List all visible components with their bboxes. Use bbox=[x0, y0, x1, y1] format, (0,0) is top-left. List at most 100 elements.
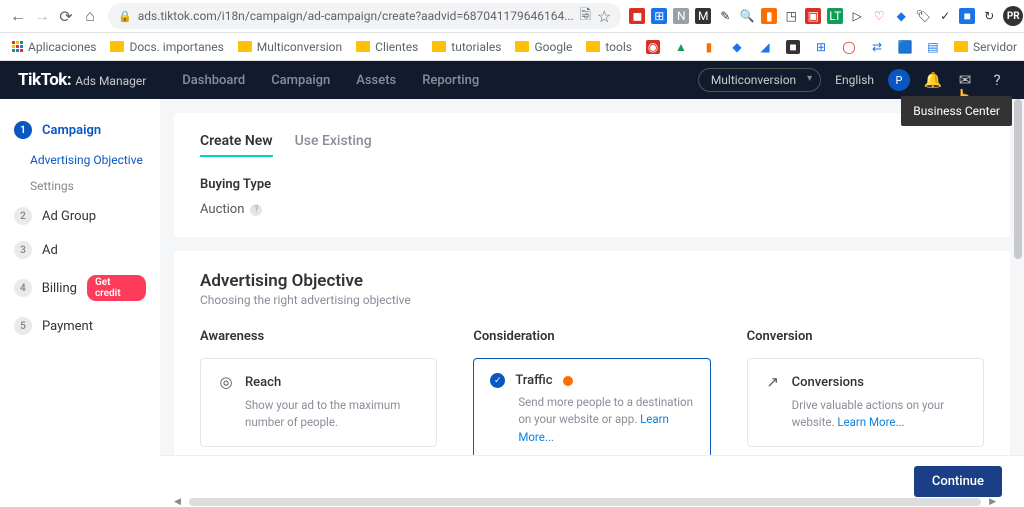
apps-button[interactable]: Aplicaciones bbox=[12, 40, 96, 54]
ext-icon[interactable]: ◳ bbox=[783, 8, 799, 24]
learn-more-link[interactable]: Learn More... bbox=[837, 415, 904, 429]
sidebar-item-billing[interactable]: 4 Billing Get credit bbox=[0, 267, 160, 309]
ext-icon[interactable]: ▮ bbox=[761, 8, 777, 24]
sidebar-item-ad[interactable]: 3 Ad bbox=[0, 233, 160, 267]
info-icon[interactable]: ? bbox=[250, 204, 262, 216]
reach-title: Reach bbox=[245, 375, 281, 390]
step-label: Billing bbox=[42, 281, 77, 296]
back-icon[interactable]: ← bbox=[8, 6, 28, 26]
ext-icon[interactable]: ▣ bbox=[805, 8, 821, 24]
objective-conversions[interactable]: ↗ Conversions Drive valuable actions on … bbox=[747, 358, 984, 447]
step-number: 1 bbox=[14, 121, 32, 139]
step-label: Ad bbox=[42, 243, 58, 258]
profile-avatar-icon[interactable]: PR bbox=[1003, 6, 1023, 26]
step-label: Payment bbox=[42, 319, 93, 334]
bookmark-item[interactable]: ◢ bbox=[758, 40, 772, 54]
continue-button[interactable]: Continue bbox=[914, 466, 1002, 497]
inbox-icon[interactable]: ✉ bbox=[956, 71, 974, 89]
account-selector[interactable]: Multiconversion bbox=[698, 68, 821, 92]
v-scrollbar[interactable] bbox=[1014, 99, 1022, 495]
home-icon[interactable]: ⌂ bbox=[80, 6, 100, 26]
bookmark-star-icon[interactable]: ☆ bbox=[597, 7, 611, 26]
scroll-right-icon[interactable]: ▶ bbox=[989, 497, 996, 507]
scroll-thumb[interactable] bbox=[189, 498, 981, 506]
ext-icon[interactable]: ↻ bbox=[981, 8, 997, 24]
tab-dashboard[interactable]: Dashboard bbox=[182, 73, 245, 88]
conversions-title: Conversions bbox=[792, 375, 864, 390]
sidebar-item-payment[interactable]: 5 Payment bbox=[0, 309, 160, 343]
analytics-icon: ▮ bbox=[702, 40, 716, 54]
user-avatar[interactable]: P bbox=[888, 69, 910, 91]
logo[interactable]: TikTok: Ads Manager bbox=[18, 70, 146, 90]
objective-traffic[interactable]: ✓ Traffic Send more people to a destinat… bbox=[473, 358, 710, 461]
content-area: Create New Use Existing Buying Type Auct… bbox=[160, 99, 1024, 507]
tab-create-new[interactable]: Create New bbox=[200, 133, 273, 157]
col-awareness: Awareness ◎ Reach Show your ad to the ma… bbox=[200, 329, 437, 461]
sidebar: 1 Campaign Advertising Objective Setting… bbox=[0, 99, 160, 507]
help-icon[interactable]: ? bbox=[988, 71, 1006, 89]
ext-icon[interactable]: ▷ bbox=[849, 8, 865, 24]
site-icon: ◯ bbox=[842, 40, 856, 54]
sidebar-item-campaign[interactable]: 1 Campaign bbox=[0, 113, 160, 147]
ext-icon[interactable]: M bbox=[695, 8, 711, 24]
h-scrollbar[interactable]: ◀ ▶ bbox=[174, 497, 996, 507]
language-selector[interactable]: English bbox=[835, 73, 874, 87]
bookmarks-bar: Aplicaciones Docs. importanes Multiconve… bbox=[0, 33, 1024, 61]
ext-icon[interactable]: LT bbox=[827, 8, 843, 24]
get-credit-badge: Get credit bbox=[87, 275, 146, 301]
translate-icon[interactable]: 🗟 bbox=[580, 4, 591, 28]
bookmark-folder[interactable]: Docs. importanes bbox=[110, 40, 223, 54]
bookmark-item[interactable]: ⊞ bbox=[814, 40, 828, 54]
bookmark-item[interactable]: ◆ bbox=[730, 40, 744, 54]
url-text: ads.tiktok.com/i18n/campaign/ad-campaign… bbox=[138, 9, 574, 23]
ext-icon[interactable]: ◼ bbox=[629, 8, 645, 24]
ext-icon[interactable]: N bbox=[673, 8, 689, 24]
bookmark-folder[interactable]: Multiconversion bbox=[238, 40, 342, 54]
bookmark-folder[interactable]: tools bbox=[586, 40, 632, 54]
sidebar-sub-settings[interactable]: Settings bbox=[0, 173, 160, 199]
ads-icon: ◢ bbox=[758, 40, 772, 54]
scroll-left-icon[interactable]: ◀ bbox=[174, 497, 181, 507]
logo-main: TikTok: bbox=[18, 70, 71, 90]
bookmark-item[interactable]: 🟦 bbox=[898, 40, 912, 54]
forward-icon[interactable]: → bbox=[32, 6, 52, 26]
bookmark-item[interactable]: ⇄ bbox=[870, 40, 884, 54]
tab-use-existing[interactable]: Use Existing bbox=[295, 133, 372, 157]
sidebar-sub-objective[interactable]: Advertising Objective bbox=[0, 147, 160, 173]
bookmark-item[interactable]: ◯ bbox=[842, 40, 856, 54]
objective-reach[interactable]: ◎ Reach Show your ad to the maximum numb… bbox=[200, 358, 437, 447]
bookmark-item[interactable]: ▲ bbox=[674, 40, 688, 54]
reach-desc: Show your ad to the maximum number of pe… bbox=[245, 397, 420, 432]
ext-icon[interactable]: ◆ bbox=[893, 8, 909, 24]
bookmark-folder[interactable]: Servidor bbox=[954, 40, 1017, 54]
ext-icon[interactable]: 🏷 bbox=[915, 8, 931, 24]
sidebar-item-adgroup[interactable]: 2 Ad Group bbox=[0, 199, 160, 233]
bookmark-folder[interactable]: tutoriales bbox=[432, 40, 501, 54]
ext-icon[interactable]: ✓ bbox=[937, 8, 953, 24]
ext-icon[interactable]: ♡ bbox=[871, 8, 887, 24]
browser-toolbar: ← → ⟳ ⌂ 🔒 ads.tiktok.com/i18n/campaign/a… bbox=[0, 0, 1024, 33]
bookmark-item[interactable]: ■ bbox=[786, 40, 800, 54]
ext-icon[interactable]: ⊞ bbox=[651, 8, 667, 24]
app-header: TikTok: Ads Manager Dashboard Campaign A… bbox=[0, 61, 1024, 99]
bookmark-folder[interactable]: Google bbox=[515, 40, 572, 54]
bookmark-folder[interactable]: Clientes bbox=[356, 40, 418, 54]
bookmark-item[interactable]: ▤ bbox=[926, 40, 940, 54]
search-icon[interactable]: 🔍 bbox=[739, 8, 755, 24]
ext-icon[interactable]: ✎ bbox=[717, 8, 733, 24]
bell-icon[interactable]: 🔔 bbox=[924, 71, 942, 89]
extensions-row: ◼ ⊞ N M ✎ 🔍 ▮ ◳ ▣ LT ▷ ♡ ◆ 🏷 ✓ ■ ↻ PR ⋮ bbox=[629, 6, 1024, 26]
v-scroll-thumb[interactable] bbox=[1014, 99, 1022, 259]
tab-campaign[interactable]: Campaign bbox=[271, 73, 330, 88]
tab-assets[interactable]: Assets bbox=[356, 73, 396, 88]
check-icon: ✓ bbox=[490, 373, 505, 388]
bookmark-item[interactable]: ▮ bbox=[702, 40, 716, 54]
col-consideration: Consideration ✓ Traffic Send more people… bbox=[473, 329, 710, 461]
bookmark-item[interactable]: ◉ bbox=[646, 40, 660, 54]
col-conversion: Conversion ↗ Conversions Drive valuable … bbox=[747, 329, 984, 461]
url-bar[interactable]: 🔒 ads.tiktok.com/i18n/campaign/ad-campai… bbox=[108, 3, 621, 29]
reload-icon[interactable]: ⟳ bbox=[56, 6, 76, 26]
ext-icon[interactable]: ■ bbox=[959, 8, 975, 24]
tab-reporting[interactable]: Reporting bbox=[422, 73, 479, 88]
folder-icon bbox=[586, 41, 600, 52]
